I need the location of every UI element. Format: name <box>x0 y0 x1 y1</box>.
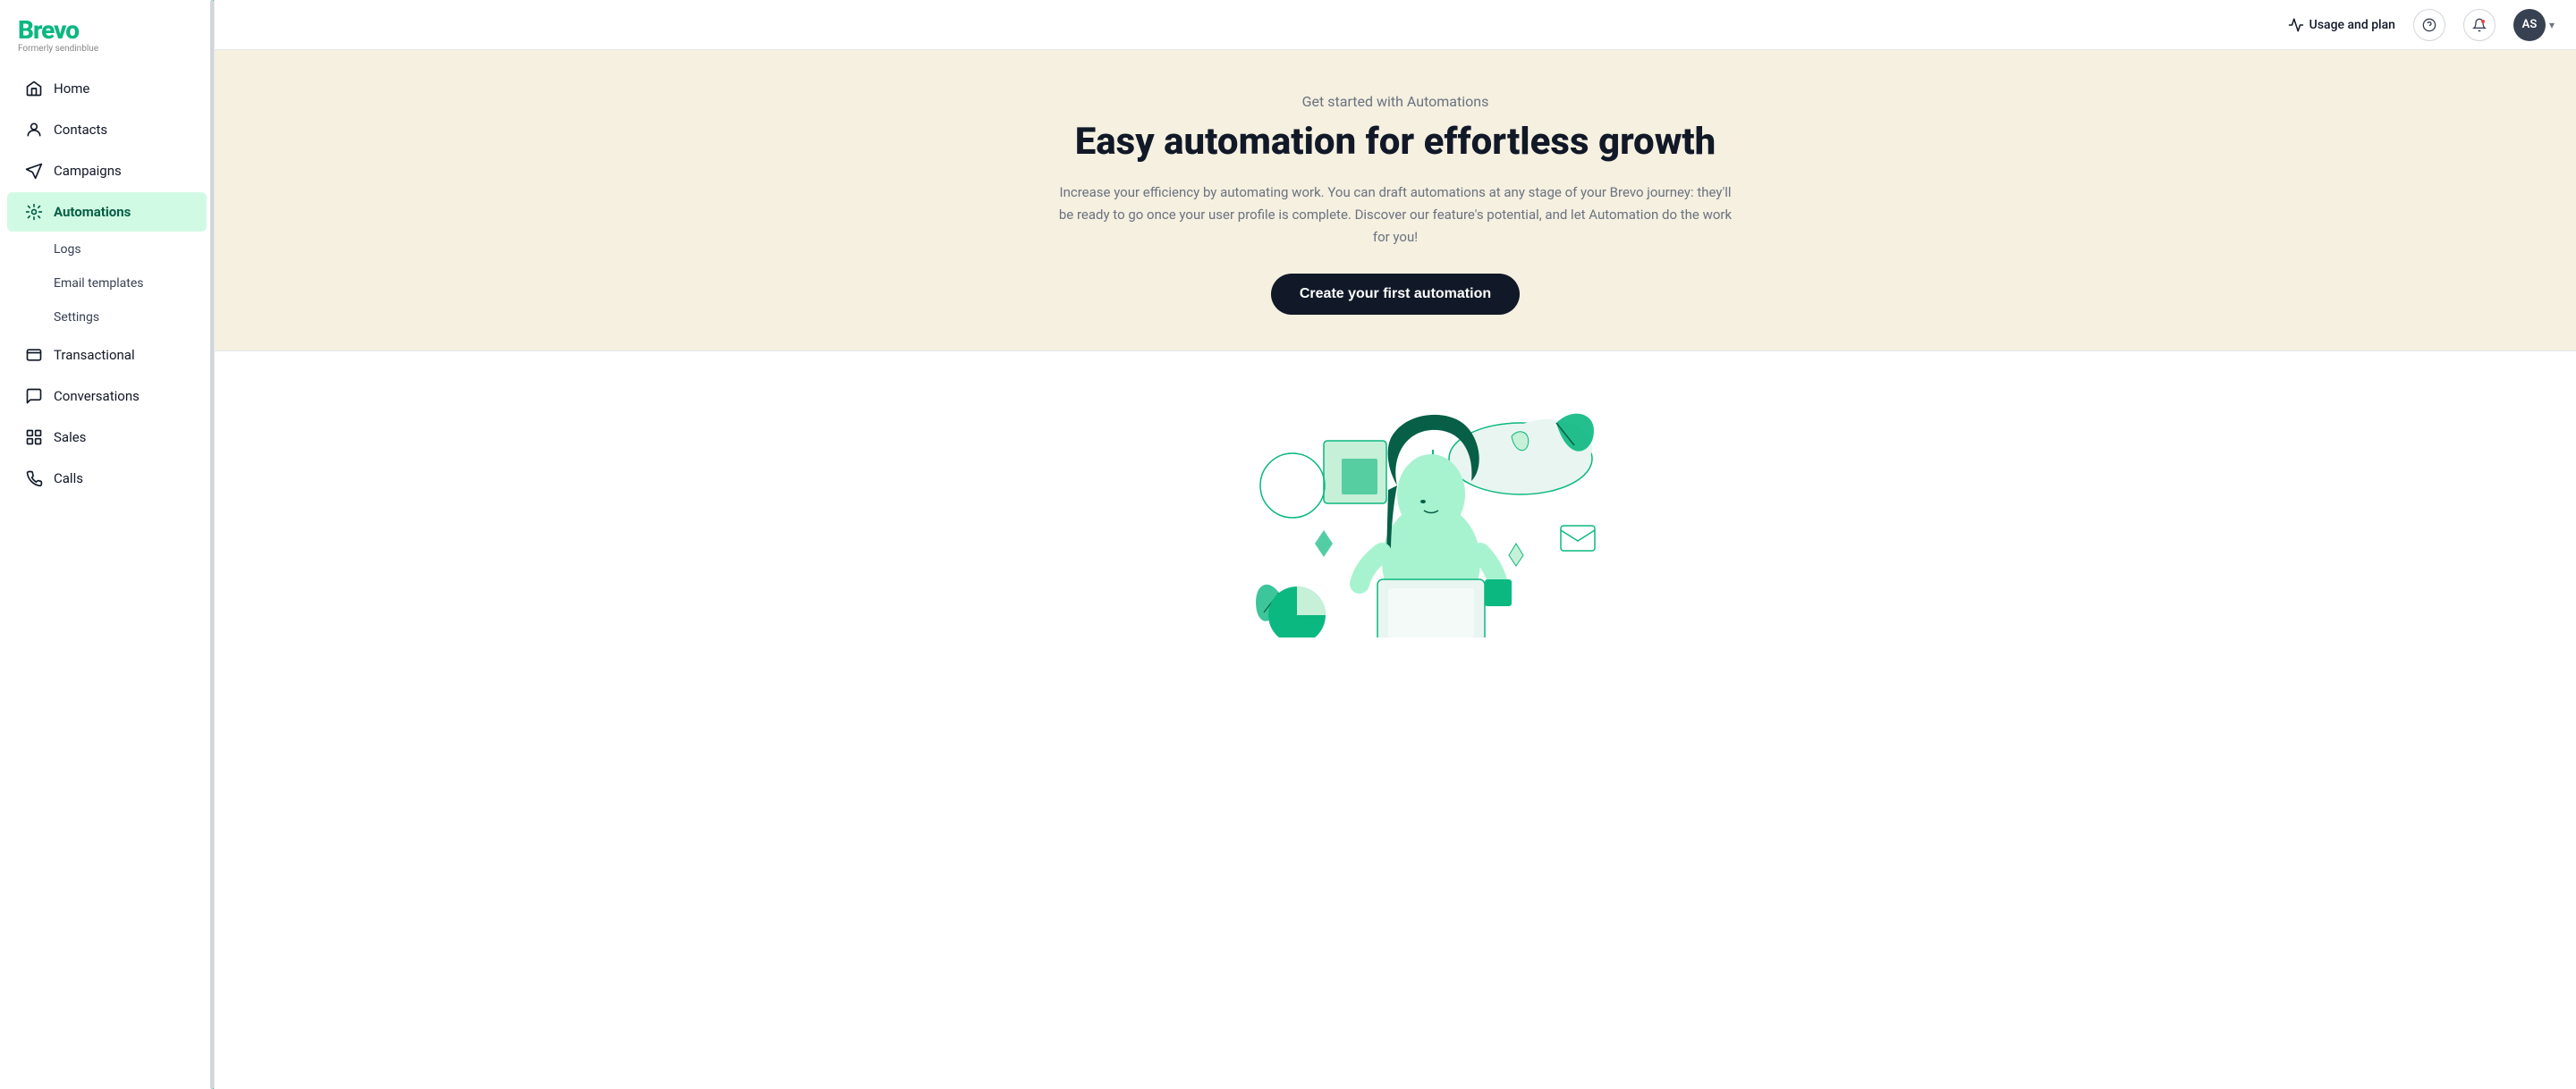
sidebar-item-contacts[interactable]: Contacts <box>7 110 207 149</box>
bell-icon <box>2472 18 2487 32</box>
sidebar-item-transactional[interactable]: Transactional <box>7 335 207 375</box>
sidebar-sub-item-email-templates[interactable]: Email templates <box>7 267 207 300</box>
transactional-icon <box>25 346 43 364</box>
usage-and-plan-button[interactable]: Usage and plan <box>2288 17 2395 33</box>
hero-title: Easy automation for effortless growth <box>243 121 2547 164</box>
help-button[interactable] <box>2413 9 2445 41</box>
hero-subtitle: Get started with Automations <box>243 93 2547 110</box>
sidebar-sub-item-settings[interactable]: Settings <box>7 301 207 333</box>
illustration-area <box>215 351 2576 673</box>
sidebar-item-automations-label: Automations <box>54 204 131 220</box>
page-content: Get started with Automations Easy automa… <box>215 50 2576 1089</box>
notifications-button[interactable] <box>2463 9 2496 41</box>
sidebar-item-automations[interactable]: Automations <box>7 192 207 232</box>
help-icon <box>2422 18 2436 32</box>
sidebar-sub-email-templates-label: Email templates <box>54 276 144 291</box>
sidebar-item-sales[interactable]: Sales <box>7 418 207 457</box>
automations-icon <box>25 203 43 221</box>
brand-name: Brevo <box>18 18 98 43</box>
sidebar-item-conversations[interactable]: Conversations <box>7 376 207 416</box>
sidebar-scrollbar[interactable] <box>210 0 214 1089</box>
sidebar-item-transactional-label: Transactional <box>54 347 135 363</box>
sidebar-sub-settings-label: Settings <box>54 310 99 325</box>
avatar: AS <box>2513 9 2546 41</box>
automation-illustration <box>1163 387 1628 637</box>
top-header: Usage and plan AS ▾ <box>215 0 2576 50</box>
sidebar-item-calls-label: Calls <box>54 470 83 486</box>
sidebar-item-conversations-label: Conversations <box>54 388 140 404</box>
sidebar-item-campaigns-label: Campaigns <box>54 163 122 179</box>
sidebar-sub-logs-label: Logs <box>54 242 81 257</box>
campaigns-icon <box>25 162 43 180</box>
calls-icon <box>25 469 43 487</box>
sidebar-item-home-label: Home <box>54 80 89 97</box>
user-menu[interactable]: AS ▾ <box>2513 9 2555 41</box>
sidebar-item-home[interactable]: Home <box>7 69 207 108</box>
hero-banner: Get started with Automations Easy automa… <box>215 50 2576 351</box>
sidebar-item-campaigns[interactable]: Campaigns <box>7 151 207 190</box>
contacts-icon <box>25 121 43 139</box>
hero-description: Increase your efficiency by automating w… <box>1055 182 1735 248</box>
usage-plan-label: Usage and plan <box>2309 18 2395 32</box>
sidebar-item-contacts-label: Contacts <box>54 122 107 138</box>
create-automation-button[interactable]: Create your first automation <box>1271 274 1520 315</box>
brand-formerly: Formerly sendinblue <box>18 44 98 54</box>
sidebar: Brevo Formerly sendinblue Home Contacts … <box>0 0 215 1089</box>
chevron-down-icon: ▾ <box>2549 19 2555 31</box>
home-icon <box>25 80 43 97</box>
sidebar-item-sales-label: Sales <box>54 429 86 445</box>
conversations-icon <box>25 387 43 405</box>
main-content: Usage and plan AS ▾ Get started with Aut… <box>215 0 2576 1089</box>
activity-icon <box>2288 17 2304 33</box>
logo: Brevo Formerly sendinblue <box>0 0 214 68</box>
sidebar-sub-item-logs[interactable]: Logs <box>7 233 207 266</box>
sidebar-item-calls[interactable]: Calls <box>7 459 207 498</box>
sales-icon <box>25 428 43 446</box>
